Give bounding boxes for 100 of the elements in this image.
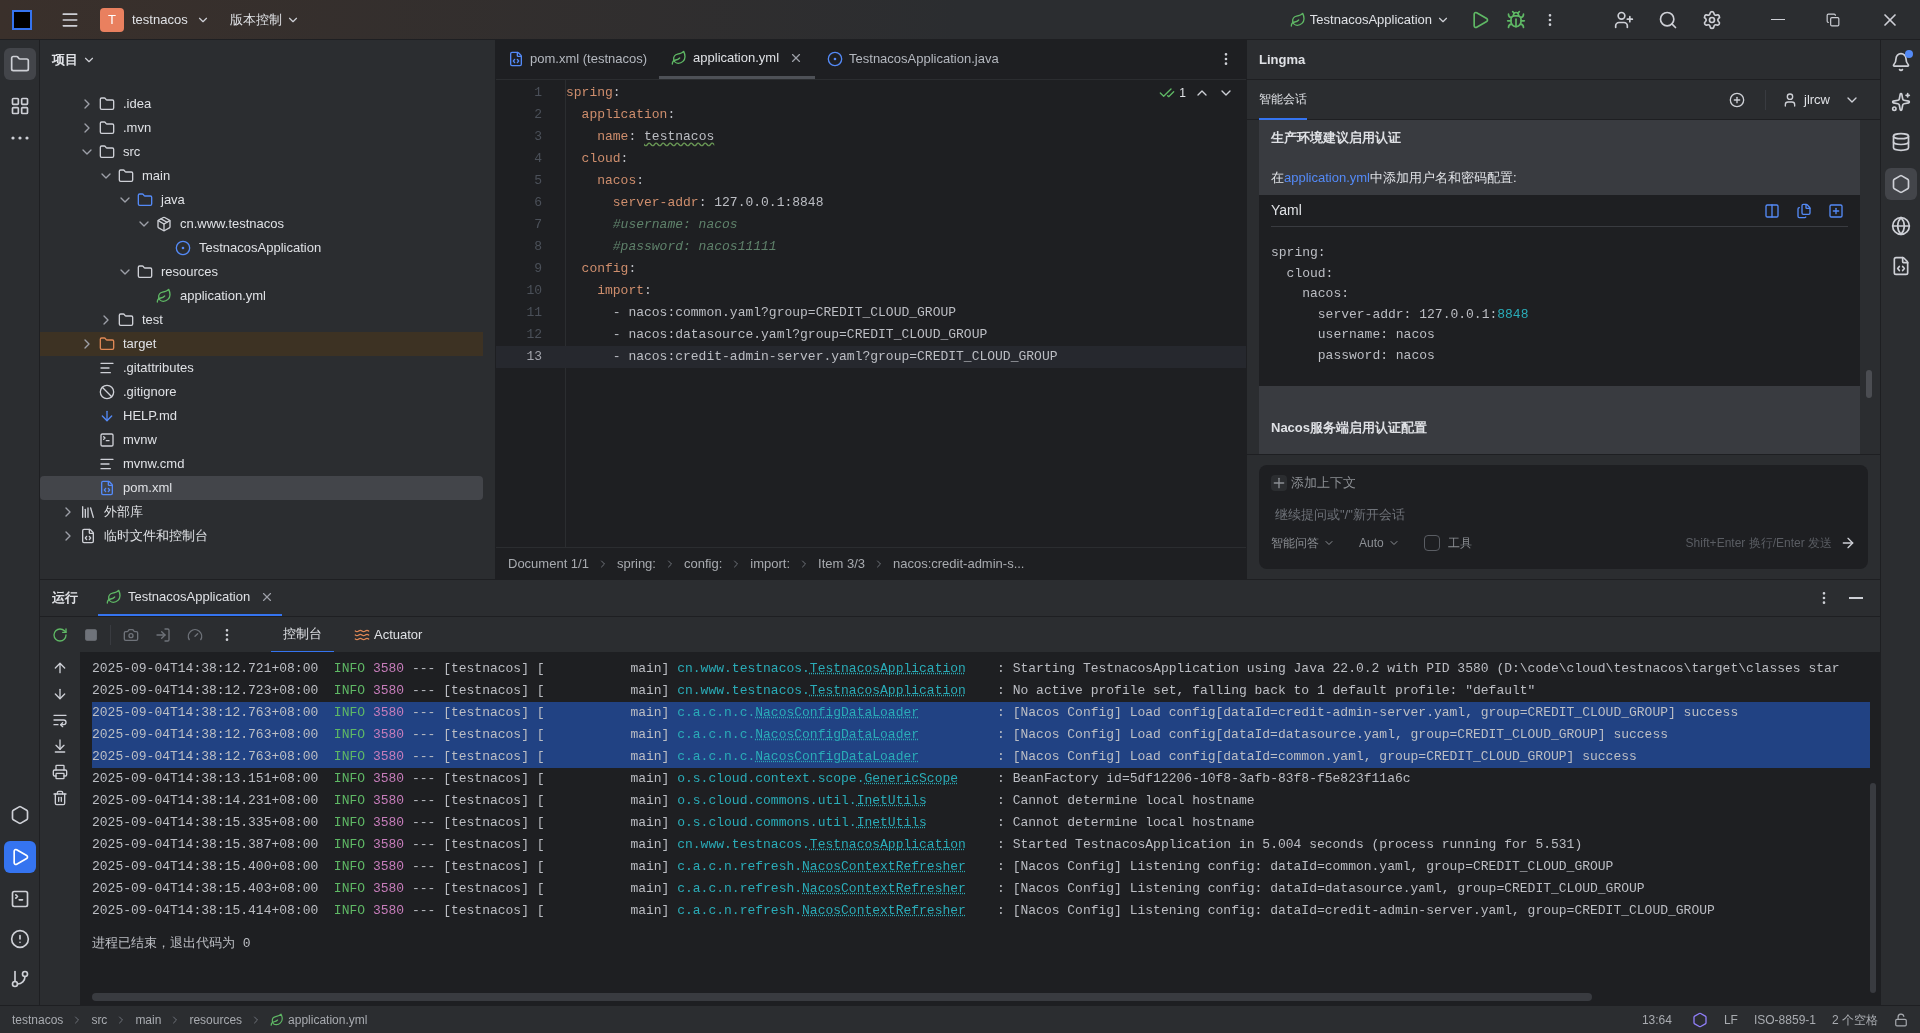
code-text: server-addr: 127.0.0.1:8848	[611, 194, 824, 213]
log-line: 2025-09-04T14:38:12.721+08:00 INFO 3580 --- [testnacos] [ main] cn.www.testnacos.TestnacosApplication : Starting TestnacosApplication using Java 22.0.2 with PID 3580 (D:\code\cloud\testnacos\target\classes star	[92, 660, 1841, 678]
path-item[interactable]: resources	[189, 1010, 243, 1029]
class-link[interactable]: NacosConfigDataLoader	[755, 749, 920, 764]
class-link[interactable]: TestnacosApplication	[809, 683, 966, 698]
add-context-button[interactable]: 添加上下文	[1271, 473, 1356, 493]
code-text: cloud:	[580, 150, 629, 169]
code-line: username: nacos	[1316, 326, 1435, 344]
project-view-selector[interactable]: 项目	[48, 50, 100, 70]
file-encoding[interactable]: ISO-8859-1	[1753, 1010, 1816, 1029]
panel-title: 运行	[52, 589, 78, 608]
console-tab[interactable]: Actuator	[342, 616, 435, 653]
input-placeholder: 继续提问或"/"新开会话	[1275, 505, 1406, 524]
code-text: #password: nacos11111	[611, 238, 777, 257]
message-heading: Nacos服务端启用认证配置	[1270, 419, 1429, 437]
code-text: - nacos:credit-admin-server.yaml?group=CREDIT_CLOUD_GROUP	[611, 348, 1058, 367]
class-link[interactable]: TestnacosApplication	[809, 661, 966, 676]
code-text: - nacos:datasource.yaml?group=CREDIT_CLOUD_GROUP	[611, 326, 988, 345]
class-link[interactable]: NacosConfigDataLoader	[755, 727, 920, 742]
tree-item[interactable]: java	[40, 188, 483, 212]
tree-item[interactable]: resources	[40, 260, 483, 284]
tree-item[interactable]: .mvn	[40, 116, 483, 140]
breadcrumb-item[interactable]: config:	[683, 553, 723, 574]
class-link[interactable]: NacosContextRefresher	[802, 881, 966, 896]
tree-item[interactable]: src	[40, 140, 483, 164]
class-link[interactable]: InetUtils	[856, 815, 927, 830]
log-line: 2025-09-04T14:38:15.403+08:00 INFO 3580 --- [testnacos] [ main] c.a.c.n.refresh.NacosContextRefresher : [Nacos Config] Listening config: dataId=datasource.yaml, group=CREDIT_CLOUD_GROUP	[92, 880, 1646, 898]
breadcrumb-item[interactable]: Item 3/3	[818, 553, 865, 574]
log-line: 2025-09-04T14:38:15.414+08:00 INFO 3580 --- [testnacos] [ main] c.a.c.n.refresh.NacosContextRefresher : [Nacos Config] Listening config: dataId=credit-admin-server.yaml, group=CREDIT_CLOUD_GROUP	[92, 902, 1716, 920]
run-config-selector[interactable]: TestnacosApplication	[1289, 9, 1450, 30]
mode-selector[interactable]: 智能问答	[1271, 534, 1335, 552]
log-line: 2025-09-04T14:38:15.387+08:00 INFO 3580 --- [testnacos] [ main] cn.www.testnacos.TestnacosApplication : Started TestnacosApplication in 5.004 seconds (process running for 5.531)	[92, 836, 1584, 854]
log-line: 2025-09-04T14:38:15.335+08:00 INFO 3580 --- [testnacos] [ main] o.s.cloud.commons.util.InetUtils : Cannot determine local hostname	[92, 814, 1256, 832]
code-text: - nacos:common.yaml?group=CREDIT_CLOUD_GROUP	[611, 304, 957, 323]
tree-item[interactable]: HELP.md	[40, 404, 483, 428]
log-line: 2025-09-04T14:38:15.400+08:00 INFO 3580 --- [testnacos] [ main] c.a.c.n.refresh.NacosContextRefresher : [Nacos Config] Listening config: dataId=common.yaml, group=CREDIT_CLOUD_GROUP	[92, 858, 1615, 876]
model-selector[interactable]: Auto	[1359, 534, 1400, 552]
cursor-position[interactable]: 13:64	[1641, 1010, 1672, 1029]
tools-label: 工具	[1447, 535, 1472, 552]
tree-item[interactable]: TestnacosApplication	[40, 236, 483, 260]
vcs-menu[interactable]: 版本控制	[229, 9, 300, 30]
editor-tab[interactable]: TestnacosApplication.java	[815, 39, 1011, 79]
code-text: config:	[580, 260, 637, 279]
tree-item[interactable]: .idea	[40, 92, 483, 116]
code-line: nacos:	[1301, 285, 1349, 303]
path-item[interactable]: main	[135, 1010, 162, 1029]
message-heading: 生产环境建议启用认证	[1270, 129, 1402, 147]
class-link[interactable]: NacosContextRefresher	[802, 903, 966, 918]
exit-message: 进程已结束，退出代码为 0	[92, 935, 251, 953]
tree-item[interactable]: mvnw	[40, 428, 483, 452]
tree-item[interactable]: test	[40, 308, 483, 332]
message-text: 在application.yml中添加用户名和密码配置:	[1270, 168, 1518, 187]
code-line: server-addr: 127.0.0.1:8848	[1316, 305, 1529, 324]
class-link[interactable]: NacosConfigDataLoader	[755, 705, 920, 720]
project-selector[interactable]: T testnacos	[100, 7, 210, 32]
code-text: #username: nacos	[611, 216, 738, 235]
project-badge: T	[100, 7, 124, 32]
tree-item[interactable]: target	[40, 332, 483, 356]
tree-item[interactable]: application.yml	[40, 284, 483, 308]
log-line: 2025-09-04T14:38:12.723+08:00 INFO 3580 --- [testnacos] [ main] cn.www.testnacos.TestnacosApplication : No active profile set, falling back to 1 default profile: "default"	[92, 682, 1537, 700]
log-line: 2025-09-04T14:38:14.231+08:00 INFO 3580 --- [testnacos] [ main] o.s.cloud.commons.util.InetUtils : Cannot determine local hostname	[92, 792, 1256, 810]
chat-input[interactable]: 添加上下文 继续提问或"/"新开会话 智能问答 Auto 工具 Shift+Enter 换行/Enter 发送	[1259, 465, 1868, 569]
breadcrumb-item[interactable]: Document 1/1	[508, 553, 589, 574]
inspection-status[interactable]: 1	[1159, 84, 1186, 102]
path-item[interactable]: testnacos	[12, 1010, 64, 1029]
run-tab[interactable]: TestnacosApplication	[98, 580, 283, 616]
breadcrumb-item[interactable]: nacos:credit-admin-s...	[893, 553, 1025, 574]
code-text: application:	[580, 106, 676, 125]
class-link[interactable]: InetUtils	[856, 793, 927, 808]
editor-tab[interactable]: application.yml	[659, 39, 816, 79]
tree-item[interactable]: pom.xml	[40, 476, 483, 500]
user-menu[interactable]: jlrcw	[1782, 89, 1860, 110]
send-hint: Shift+Enter 换行/Enter 发送	[1685, 535, 1832, 552]
class-link[interactable]: TestnacosApplication	[809, 837, 966, 852]
path-item[interactable]: application.yml	[288, 1010, 368, 1029]
tree-item[interactable]: cn.www.testnacos	[40, 212, 483, 236]
code-line: spring:	[1271, 244, 1326, 262]
log-line: 2025-09-04T14:38:13.151+08:00 INFO 3580 --- [testnacos] [ main] o.s.cloud.context.scope.GenericScope : BeanFactory id=5df12206-10f8-3afb-83f8-f5e823f11a6c	[92, 770, 1412, 788]
tree-item[interactable]: 外部库	[40, 500, 483, 524]
tree-item[interactable]: .gitignore	[40, 380, 483, 404]
class-link[interactable]: NacosContextRefresher	[802, 859, 966, 874]
code-text: import:	[596, 282, 652, 301]
breadcrumb-item[interactable]: import:	[750, 553, 790, 574]
editor-tab[interactable]: pom.xml (testnacos)	[496, 39, 660, 79]
code-line: cloud:	[1285, 264, 1334, 283]
panel-title: Lingma	[1259, 50, 1306, 69]
code-text: nacos:	[596, 172, 645, 191]
path-item[interactable]: src	[91, 1010, 108, 1029]
indent-setting[interactable]: 2 个空格	[1832, 1010, 1878, 1029]
class-link[interactable]: GenericScope	[864, 771, 959, 786]
line-number: 13	[525, 348, 542, 367]
code-language: Yaml	[1271, 201, 1302, 220]
line-ending[interactable]: LF	[1723, 1010, 1738, 1029]
tree-item[interactable]: .gitattributes	[40, 356, 483, 380]
tree-item[interactable]: main	[40, 164, 483, 188]
code-text: name: testnacos	[596, 128, 715, 147]
tree-item[interactable]: mvnw.cmd	[40, 452, 483, 476]
code-line: password: nacos	[1316, 346, 1435, 365]
tree-item[interactable]: 临时文件和控制台	[40, 524, 483, 548]
breadcrumb-item[interactable]: spring:	[616, 553, 656, 574]
